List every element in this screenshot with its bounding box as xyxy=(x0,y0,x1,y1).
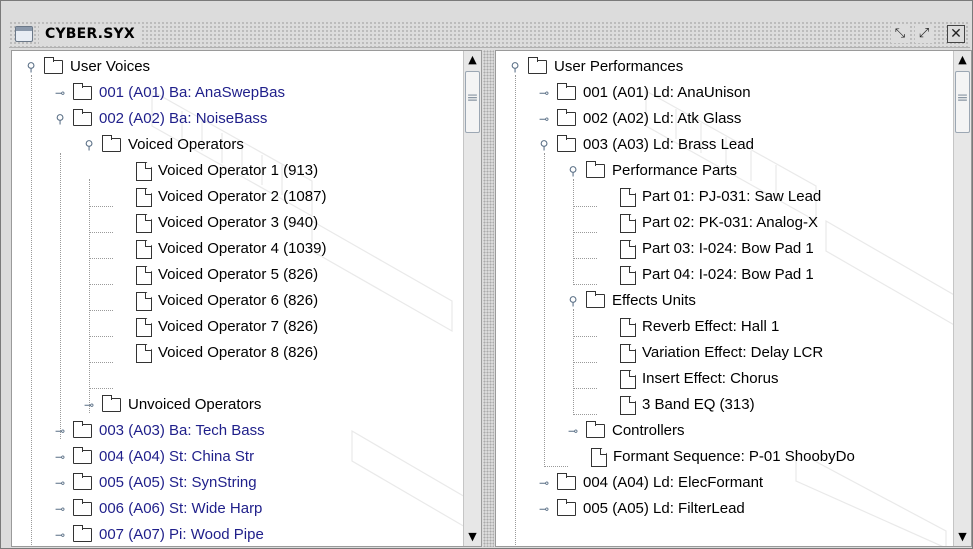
document-icon xyxy=(620,214,636,233)
window-icon xyxy=(15,26,33,42)
tree-guide xyxy=(544,466,568,467)
document-icon xyxy=(136,240,152,259)
scroll-down-icon[interactable]: ▼ xyxy=(954,528,971,546)
window-title: CYBER.SYX xyxy=(39,24,141,44)
expanded-handle-icon[interactable]: ⚲ xyxy=(53,106,67,132)
split-pane-divider[interactable] xyxy=(483,50,494,547)
document-icon xyxy=(591,448,607,467)
collapsed-handle-icon[interactable]: ⊸ xyxy=(566,418,580,444)
document-icon xyxy=(136,162,152,181)
tree-guide xyxy=(573,309,574,413)
expanded-handle-icon[interactable]: ⚲ xyxy=(537,132,551,158)
folder-icon xyxy=(585,421,605,438)
folder-icon xyxy=(72,525,92,542)
folder-icon xyxy=(585,291,605,308)
tree-guide xyxy=(89,388,113,389)
close-icon[interactable]: ✕ xyxy=(947,25,965,43)
tree-guide xyxy=(573,414,597,415)
folder-icon xyxy=(72,421,92,438)
document-icon xyxy=(620,396,636,415)
scroll-thumb[interactable] xyxy=(955,71,970,133)
tree-guide xyxy=(573,206,597,207)
folder-icon xyxy=(72,473,92,490)
tree-guide xyxy=(573,232,597,233)
tree-guide xyxy=(573,258,597,259)
folder-icon xyxy=(72,109,92,126)
app-window: CYBER.SYX ⤡ ⤢ ✕ ⚲ User Voices ⊸ 001 (A01… xyxy=(0,0,973,549)
tree-guide xyxy=(89,206,113,207)
tree-guide xyxy=(89,258,113,259)
voices-tree: ⚲ User Voices ⊸ 001 (A01) Ba: AnaSwepBas… xyxy=(12,51,463,546)
tree-guide xyxy=(60,153,61,439)
folder-icon xyxy=(556,473,576,490)
folder-icon xyxy=(72,83,92,100)
folder-icon xyxy=(556,499,576,516)
document-icon xyxy=(620,188,636,207)
document-icon xyxy=(620,370,636,389)
folder-icon xyxy=(43,57,63,74)
voices-scrollbar[interactable]: ▲ ▼ xyxy=(463,51,481,546)
folder-icon xyxy=(556,109,576,126)
document-icon xyxy=(136,188,152,207)
collapsed-handle-icon[interactable]: ⊸ xyxy=(53,80,67,106)
expanded-handle-icon[interactable]: ⚲ xyxy=(566,158,580,184)
scroll-up-icon[interactable]: ▲ xyxy=(464,51,481,69)
tree-guide xyxy=(89,336,113,337)
document-icon xyxy=(136,292,152,311)
document-icon xyxy=(620,240,636,259)
collapsed-handle-icon[interactable]: ⊸ xyxy=(537,106,551,132)
tree-guide xyxy=(544,153,545,465)
scroll-down-icon[interactable]: ▼ xyxy=(464,528,481,546)
tree-guide xyxy=(573,388,597,389)
collapsed-handle-icon[interactable]: ⊸ xyxy=(53,470,67,496)
folder-icon xyxy=(556,135,576,152)
folder-icon xyxy=(556,83,576,100)
performances-tree: ⚲ User Performances ⊸ 001 (A01) Ld: AnaU… xyxy=(496,51,953,546)
tree-guide xyxy=(89,232,113,233)
collapsed-handle-icon[interactable]: ⊸ xyxy=(53,522,67,546)
expanded-handle-icon[interactable]: ⚲ xyxy=(24,54,38,80)
maximize-icon[interactable]: ⤢ xyxy=(915,25,933,43)
collapsed-handle-icon[interactable]: ⊸ xyxy=(53,418,67,444)
performances-scrollbar[interactable]: ▲ ▼ xyxy=(953,51,971,546)
tree-guide xyxy=(89,310,113,311)
collapsed-handle-icon[interactable]: ⊸ xyxy=(537,470,551,496)
document-icon xyxy=(620,266,636,285)
title-bar[interactable]: CYBER.SYX ⤡ ⤢ ✕ xyxy=(9,21,970,48)
collapsed-handle-icon[interactable]: ⊸ xyxy=(53,444,67,470)
tree-guide xyxy=(573,179,574,283)
performances-tree-pane: ⚲ User Performances ⊸ 001 (A01) Ld: AnaU… xyxy=(495,50,972,547)
tree-guide xyxy=(89,179,90,413)
folder-icon xyxy=(72,447,92,464)
document-icon xyxy=(620,318,636,337)
expanded-handle-icon[interactable]: ⚲ xyxy=(566,288,580,314)
document-icon xyxy=(620,344,636,363)
collapsed-handle-icon[interactable]: ⊸ xyxy=(537,496,551,522)
tree-guide xyxy=(89,362,113,363)
tree-guide xyxy=(515,75,516,546)
document-icon xyxy=(136,318,152,337)
scroll-thumb[interactable] xyxy=(465,71,480,133)
folder-icon xyxy=(585,161,605,178)
document-icon xyxy=(136,266,152,285)
scroll-up-icon[interactable]: ▲ xyxy=(954,51,971,69)
minimize-icon[interactable]: ⤡ xyxy=(891,25,909,43)
voices-tree-pane: ⚲ User Voices ⊸ 001 (A01) Ba: AnaSwepBas… xyxy=(11,50,482,547)
tree-guide xyxy=(573,284,597,285)
document-icon xyxy=(136,344,152,363)
tree-guide xyxy=(573,362,597,363)
folder-icon xyxy=(101,395,121,412)
document-icon xyxy=(136,214,152,233)
tree-guide xyxy=(573,336,597,337)
collapsed-handle-icon[interactable]: ⊸ xyxy=(537,80,551,106)
folder-icon xyxy=(527,57,547,74)
collapsed-handle-icon[interactable]: ⊸ xyxy=(53,496,67,522)
tree-guide xyxy=(31,75,32,546)
collapsed-handle-icon[interactable]: ⊸ xyxy=(82,392,96,418)
expanded-handle-icon[interactable]: ⚲ xyxy=(82,132,96,158)
tree-guide xyxy=(89,284,113,285)
folder-icon xyxy=(101,135,121,152)
folder-icon xyxy=(72,499,92,516)
expanded-handle-icon[interactable]: ⚲ xyxy=(508,54,522,80)
